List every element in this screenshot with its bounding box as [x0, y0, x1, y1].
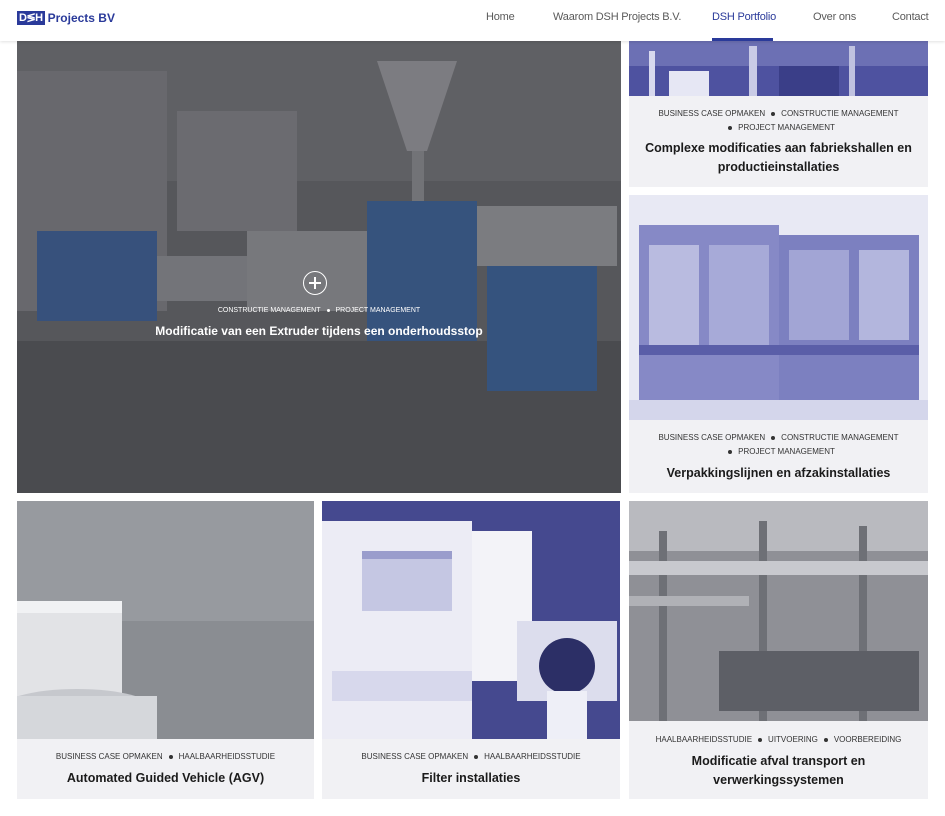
project-title[interactable]: Automated Guided Vehicle (AGV) [17, 769, 314, 788]
tag-separator [771, 111, 776, 116]
featured-tags: CONSTRUCTIE MANAGEMENT PROJECT MANAGEMENT [17, 307, 621, 314]
tag-separator [728, 125, 733, 130]
project-title[interactable]: Modificatie afval transport en verwerkin… [629, 752, 928, 790]
project-card[interactable]: BUSINESS CASE OPMAKEN CONSTRUCTIE MANAGEM… [629, 195, 928, 493]
project-tags: BUSINESS CASE OPMAKEN HAALBAARHEIDSSTUDIE [55, 752, 276, 761]
tag: PROJECT MANAGEMENT [335, 307, 421, 314]
project-tags-line2: PROJECT MANAGEMENT [629, 121, 928, 135]
nav-contact[interactable]: Contact [892, 11, 929, 23]
logo[interactable]: D≶H Projects BV [17, 10, 115, 26]
project-tags: BUSINESS CASE OPMAKEN CONSTRUCTIE MANAGEM… [658, 433, 899, 442]
tag-separator [771, 435, 776, 440]
project-image [629, 41, 928, 96]
logo-mark: D≶H [17, 11, 45, 25]
project-image [629, 195, 928, 420]
project-tags: HAALBAARHEIDSSTUDIE UITVOERING VOORBEREIDI… [655, 735, 902, 744]
project-tags: BUSINESS CASE OPMAKEN CONSTRUCTIE MANAGEM… [658, 109, 899, 118]
nav-over-ons[interactable]: Over ons [813, 11, 856, 23]
project-tags: BUSINESS CASE OPMAKEN HAALBAARHEIDSSTUDIE [361, 752, 581, 761]
logo-text: Projects BV [47, 11, 115, 25]
project-title[interactable]: Filter installaties [322, 769, 620, 788]
project-image [629, 501, 928, 721]
featured-overlay [17, 41, 621, 493]
project-title[interactable]: Complexe modificaties aan fabriekshallen… [629, 139, 928, 177]
project-caption: BUSINESS CASE OPMAKEN CONSTRUCTIE MANAGEM… [629, 96, 928, 187]
project-card[interactable]: HAALBAARHEIDSSTUDIE UITVOERING VOORBEREIDI… [629, 501, 928, 799]
project-caption: BUSINESS CASE OPMAKEN HAALBAARHEIDSSTUDIE… [322, 739, 620, 799]
nav-portfolio[interactable]: DSH Portfolio [712, 11, 776, 23]
project-tags-line2: PROJECT MANAGEMENT [629, 445, 928, 459]
project-image [17, 501, 314, 739]
tag-separator [758, 737, 763, 742]
nav-waarom[interactable]: Waarom DSH Projects B.V. [553, 11, 681, 23]
featured-title[interactable]: Modificatie van een Extruder tijdens een… [17, 324, 621, 338]
project-image [322, 501, 620, 739]
project-caption: HAALBAARHEIDSSTUDIE UITVOERING VOORBEREIDI… [629, 721, 928, 799]
project-caption: BUSINESS CASE OPMAKEN CONSTRUCTIE MANAGEM… [629, 420, 928, 493]
tag-separator [823, 737, 828, 742]
nav-home[interactable]: Home [486, 11, 515, 23]
portfolio-page: D≶H Projects BV Home Waarom DSH Projects… [0, 0, 945, 816]
nav-active-indicator [712, 38, 773, 41]
project-title[interactable]: Verpakkingslijnen en afzakinstallaties [629, 464, 928, 483]
project-card[interactable]: BUSINESS CASE OPMAKEN HAALBAARHEIDSSTUDIE… [17, 501, 314, 799]
tag-separator [474, 754, 479, 759]
project-card[interactable]: BUSINESS CASE OPMAKEN HAALBAARHEIDSSTUDIE… [322, 501, 620, 799]
featured-project-card[interactable]: CONSTRUCTIE MANAGEMENT PROJECT MANAGEMENT… [17, 41, 621, 493]
project-caption: BUSINESS CASE OPMAKEN HAALBAARHEIDSSTUDIE… [17, 739, 314, 799]
site-header: D≶H Projects BV Home Waarom DSH Projects… [0, 0, 945, 41]
plus-circle-icon[interactable] [303, 271, 327, 295]
tag-separator [168, 754, 173, 759]
tag-separator [326, 308, 330, 312]
tag: CONSTRUCTIE MANAGEMENT [217, 307, 321, 314]
tag-separator [728, 449, 733, 454]
project-card[interactable]: BUSINESS CASE OPMAKEN CONSTRUCTIE MANAGEM… [629, 41, 928, 187]
